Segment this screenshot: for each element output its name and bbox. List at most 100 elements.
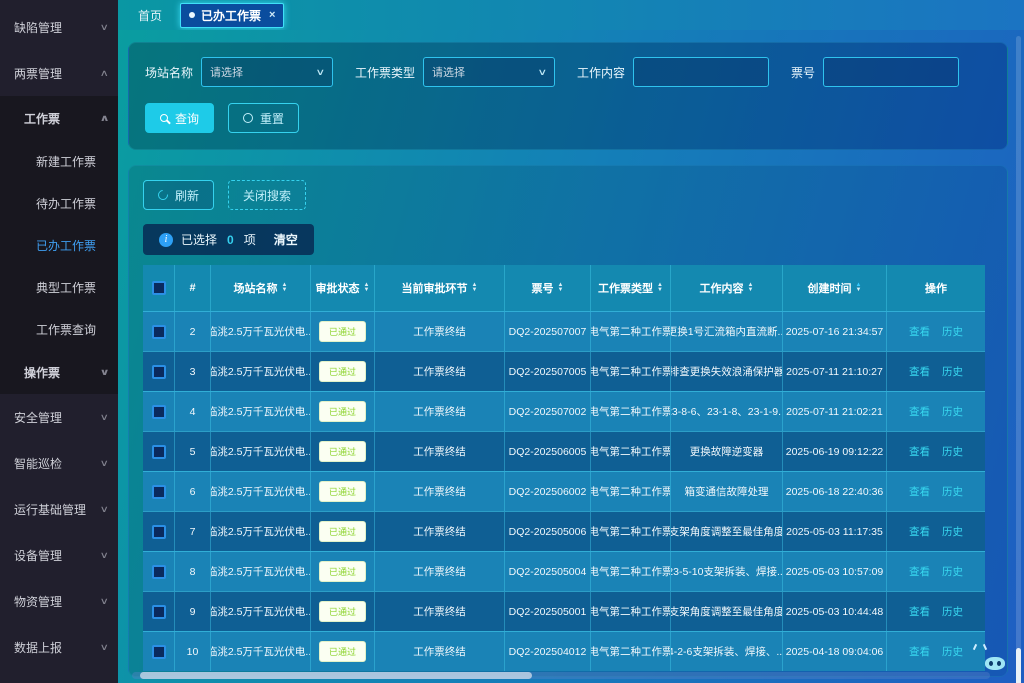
view-link[interactable]: 查看	[909, 364, 930, 379]
history-link[interactable]: 历史	[942, 564, 963, 579]
sidebar-item-11[interactable]: 运行基础管理 ∨	[0, 486, 118, 532]
col-header-8[interactable]: 创建时间▲▼	[783, 265, 887, 311]
cell-station-name: 临洮2.5万千瓦光伏电...	[211, 312, 311, 351]
search-panel: 场站名称 请选择 ∨ 工作票类型 请选择 ∨ 工	[128, 42, 1008, 150]
history-link[interactable]: 历史	[942, 484, 963, 499]
station-name-select[interactable]: 请选择 ∨	[201, 57, 333, 87]
cell-approval-step: 工作票终结	[375, 472, 505, 511]
history-link[interactable]: 历史	[942, 604, 963, 619]
assistant-robot-icon[interactable]	[980, 649, 1018, 683]
cell-approval-step: 工作票终结	[375, 312, 505, 351]
work-content-input[interactable]	[633, 57, 769, 87]
status-badge: 已通过	[319, 481, 366, 502]
row-checkbox[interactable]	[152, 325, 166, 339]
sidebar-item-6[interactable]: 典型工作票	[0, 266, 118, 308]
row-checkbox[interactable]	[152, 365, 166, 379]
horizontal-scrollbar[interactable]	[132, 672, 990, 679]
sidebar-item-7[interactable]: 工作票查询	[0, 308, 118, 350]
reset-icon	[243, 113, 253, 123]
close-search-button[interactable]: 关闭搜索	[228, 180, 306, 210]
table-row-10: 10临洮2.5万千瓦光伏电...已通过工作票终结DQ2-202504012电气第…	[143, 631, 985, 671]
row-checkbox[interactable]	[152, 645, 166, 659]
query-button[interactable]: 查询	[145, 103, 214, 133]
sidebar-item-1[interactable]: 两票管理 ∧	[0, 50, 118, 96]
station-name-select-value: 请选择	[210, 64, 243, 80]
sidebar-item-13[interactable]: 物资管理 ∨	[0, 578, 118, 624]
cell-work-content: 排查更换失效浪涌保护器	[671, 352, 783, 391]
col-header-2[interactable]: 场站名称▲▼	[211, 265, 311, 311]
ticket-type-select[interactable]: 请选择 ∨	[423, 57, 555, 87]
sidebar-item-2[interactable]: 工作票 ∧	[0, 96, 118, 140]
view-link[interactable]: 查看	[909, 604, 930, 619]
history-link[interactable]: 历史	[942, 644, 963, 659]
history-link[interactable]: 历史	[942, 364, 963, 379]
clear-selection-link[interactable]: 清空	[274, 231, 298, 248]
row-checkbox[interactable]	[152, 485, 166, 499]
col-label: 票号	[532, 280, 554, 296]
horizontal-scrollbar-thumb[interactable]	[140, 672, 532, 679]
history-link[interactable]: 历史	[942, 444, 963, 459]
reset-button[interactable]: 重置	[228, 103, 299, 133]
cell-created-time: 2025-07-11 21:10:27	[783, 352, 887, 391]
view-link[interactable]: 查看	[909, 564, 930, 579]
col-header-7[interactable]: 工作内容▲▼	[671, 265, 783, 311]
table-row-3: 3临洮2.5万千瓦光伏电...已通过工作票终结DQ2-202507005电气第二…	[143, 351, 985, 391]
sidebar-item-14[interactable]: 数据上报 ∨	[0, 624, 118, 670]
field-station-name: 场站名称 请选择 ∨	[145, 57, 333, 87]
cell-row-number: 9	[175, 592, 211, 631]
view-link[interactable]: 查看	[909, 404, 930, 419]
sort-icon[interactable]: ▲▼	[856, 283, 862, 293]
row-checkbox[interactable]	[152, 605, 166, 619]
sidebar-item-9[interactable]: 安全管理 ∨	[0, 394, 118, 440]
sidebar-item-3[interactable]: 新建工作票	[0, 140, 118, 182]
tab-done-work-tickets[interactable]: 已办工作票 ×	[180, 3, 284, 28]
tab-close-icon[interactable]: ×	[269, 9, 275, 21]
vertical-scrollbar[interactable]	[1016, 36, 1021, 683]
view-link[interactable]: 查看	[909, 324, 930, 339]
col-header-5[interactable]: 票号 ▲▼	[505, 265, 591, 311]
view-link[interactable]: 查看	[909, 444, 930, 459]
sidebar-item-4[interactable]: 待办工作票	[0, 182, 118, 224]
row-checkbox[interactable]	[152, 405, 166, 419]
sidebar-item-10[interactable]: 智能巡检 ∨	[0, 440, 118, 486]
row-checkbox[interactable]	[152, 525, 166, 539]
col-header-3[interactable]: 审批状态▲▼	[311, 265, 375, 311]
col-header-6[interactable]: 工作票类型 ▲▼	[591, 265, 671, 311]
cell-actions: 查看历史	[887, 312, 985, 351]
select-all-checkbox[interactable]	[152, 281, 166, 295]
ticket-no-label: 票号	[791, 64, 815, 81]
selection-count: 0	[227, 233, 234, 247]
view-link[interactable]: 查看	[909, 644, 930, 659]
col-header-4[interactable]: 当前审批环节▲▼	[375, 265, 505, 311]
tab-home[interactable]: 首页	[126, 3, 174, 28]
view-link[interactable]: 查看	[909, 484, 930, 499]
sidebar-item-0[interactable]: 缺陷管理 ∨	[0, 4, 118, 50]
cell-actions: 查看历史	[887, 632, 985, 671]
row-checkbox[interactable]	[152, 565, 166, 579]
sidebar-item-12[interactable]: 设备管理 ∨	[0, 532, 118, 578]
sort-icon[interactable]: ▲▼	[657, 283, 663, 293]
cell-created-time: 2025-06-18 22:40:36	[783, 472, 887, 511]
sort-icon[interactable]: ▲▼	[282, 283, 288, 293]
ticket-no-input[interactable]	[823, 57, 959, 87]
view-link[interactable]: 查看	[909, 524, 930, 539]
history-link[interactable]: 历史	[942, 324, 963, 339]
sort-icon[interactable]: ▲▼	[364, 283, 370, 293]
refresh-button[interactable]: 刷新	[143, 180, 214, 210]
ticket-type-select-value: 请选择	[432, 64, 465, 80]
col-label: 工作票类型	[598, 280, 653, 296]
sidebar-item-5[interactable]: 已办工作票	[0, 224, 118, 266]
cell-approval-status: 已通过	[311, 432, 375, 471]
sort-icon[interactable]: ▲▼	[472, 283, 478, 293]
sidebar-item-8[interactable]: 操作票 ∨	[0, 350, 118, 394]
history-link[interactable]: 历史	[942, 524, 963, 539]
cell-row-number: 6	[175, 472, 211, 511]
sort-icon[interactable]: ▲▼	[558, 283, 564, 293]
work-content-label: 工作内容	[577, 64, 625, 81]
sort-icon[interactable]: ▲▼	[748, 283, 754, 293]
row-checkbox[interactable]	[152, 445, 166, 459]
history-link[interactable]: 历史	[942, 404, 963, 419]
chevron-icon: ∨	[100, 642, 109, 653]
status-badge: 已通过	[319, 641, 366, 662]
robot-eye	[997, 661, 1001, 666]
